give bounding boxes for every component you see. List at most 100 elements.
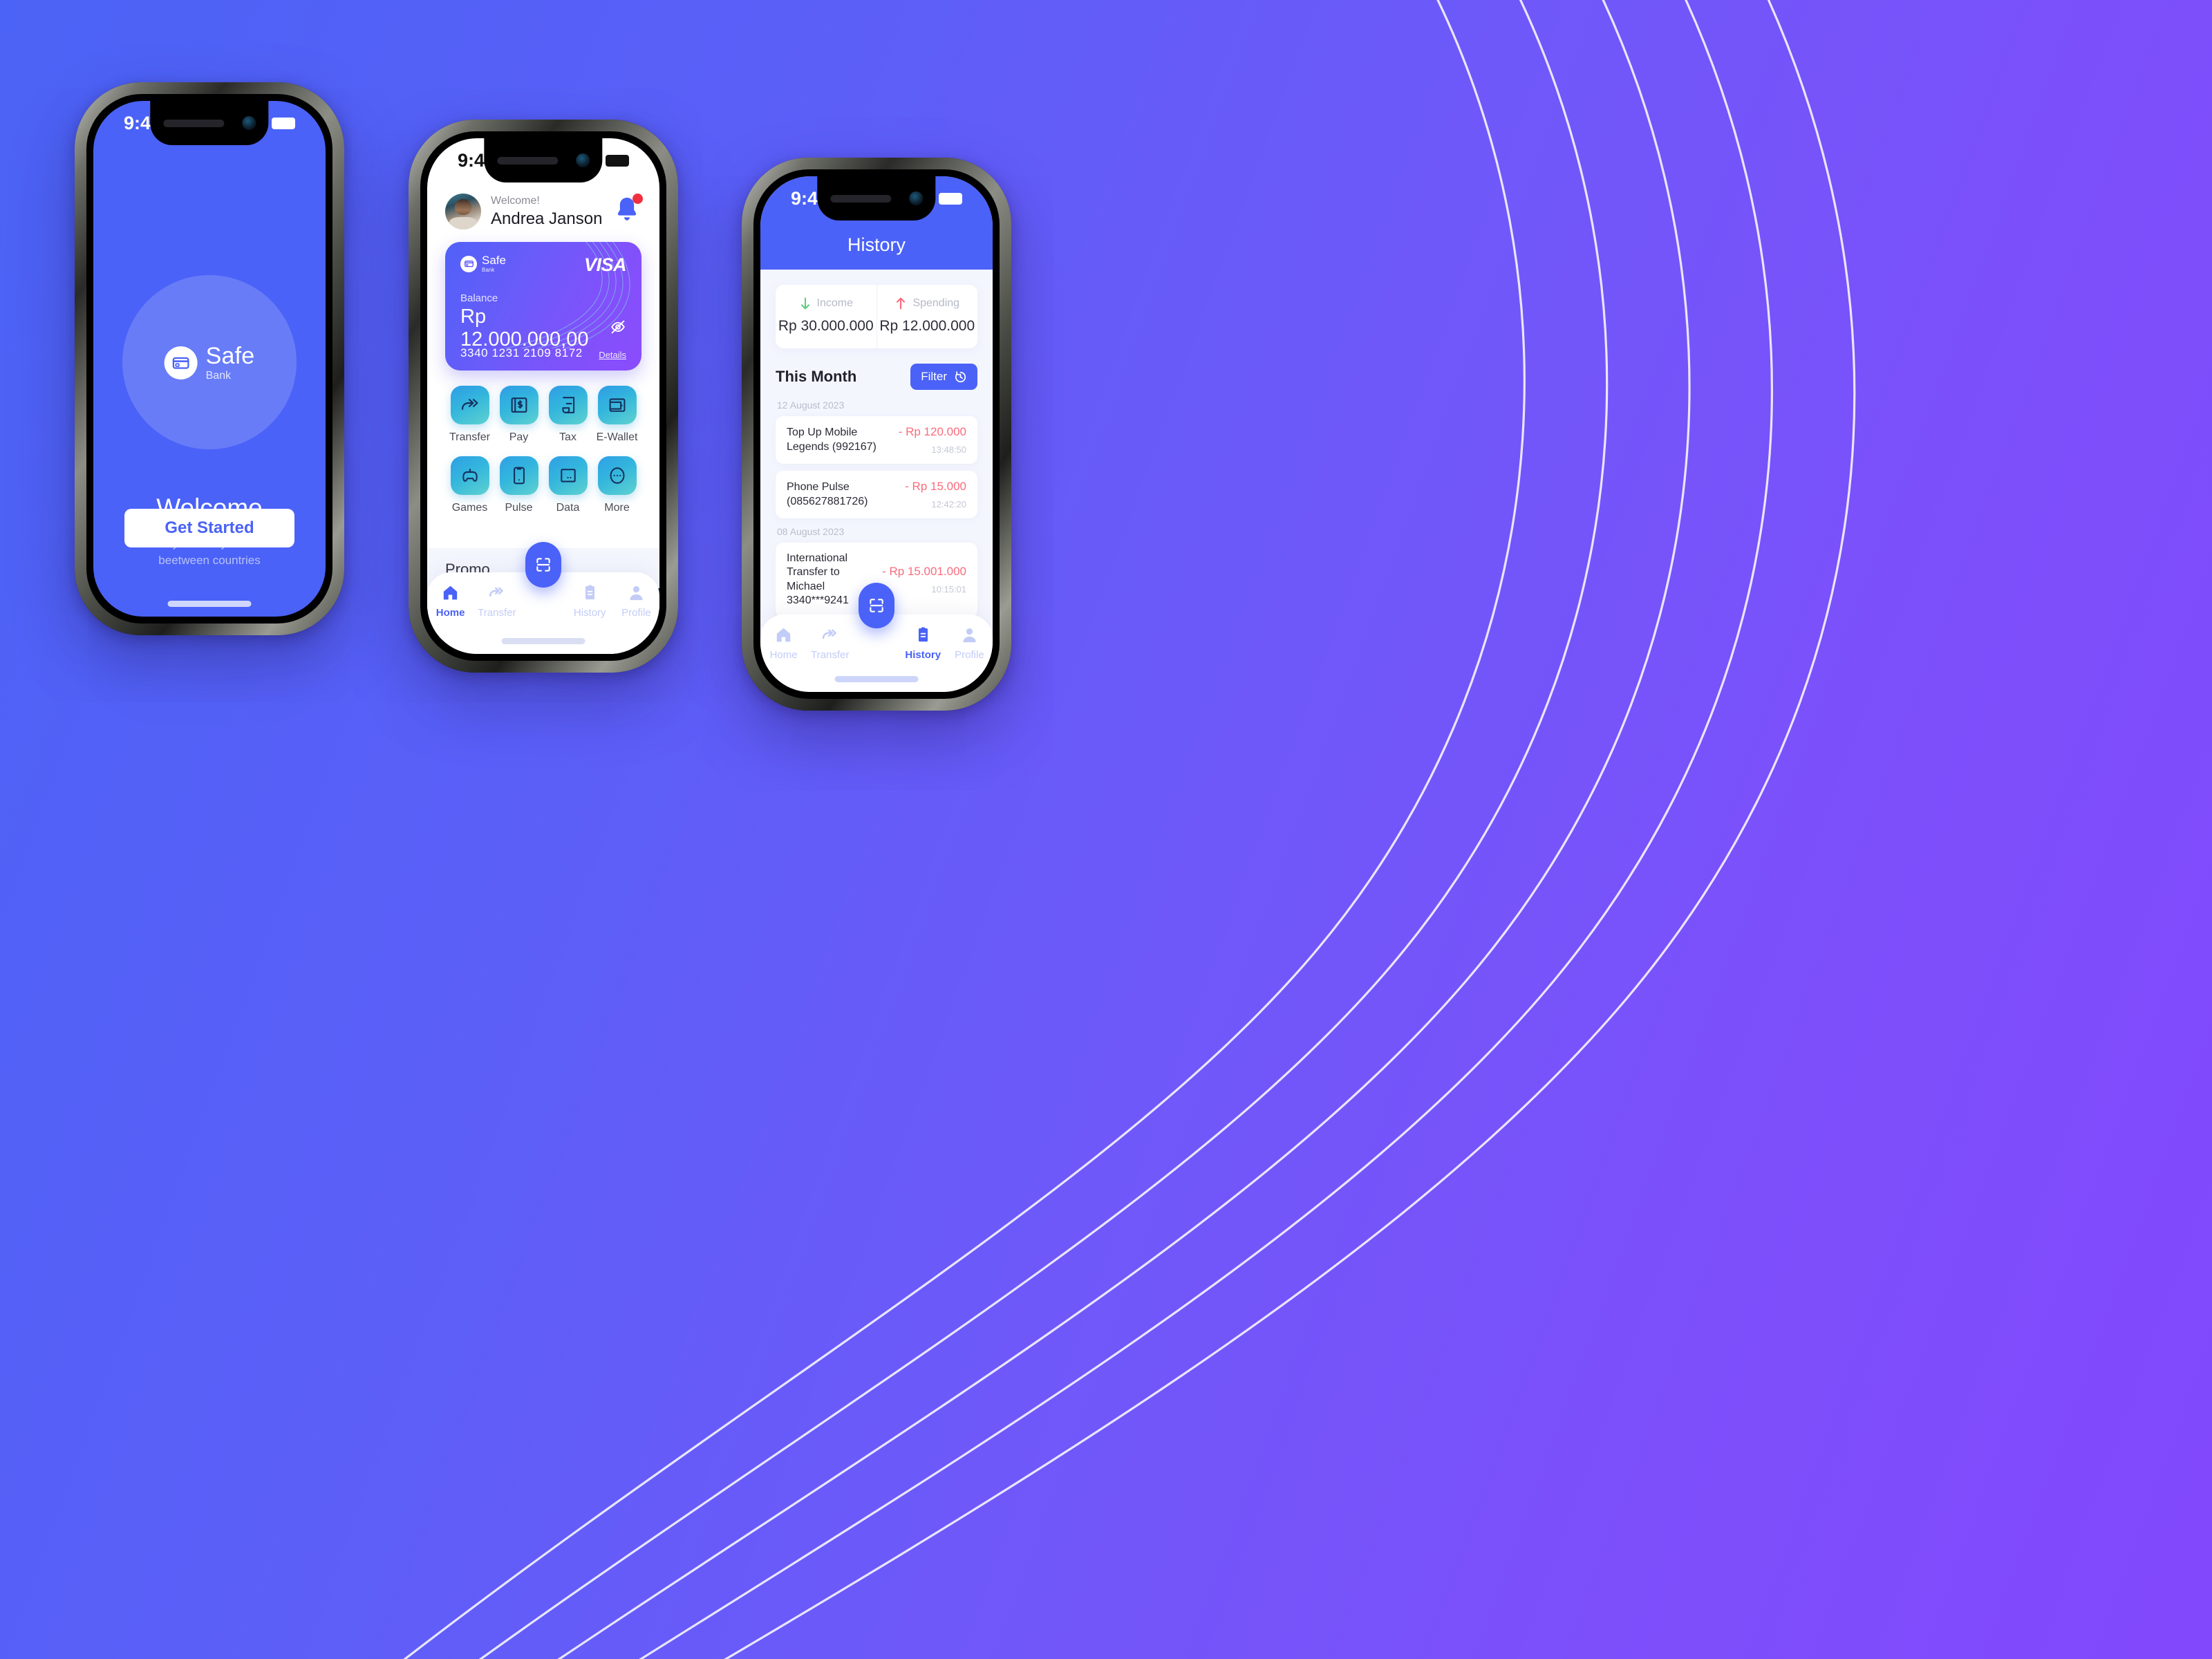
tab-profile[interactable]: Profile <box>946 626 993 661</box>
front-camera-icon <box>241 116 256 130</box>
menu-label: More <box>604 502 630 514</box>
card-brand-text: Safe Bank <box>482 254 506 273</box>
transaction-time: 13:48:50 <box>931 444 966 455</box>
battery-icon <box>606 154 629 167</box>
home-header: Welcome! Andrea Janson <box>427 187 659 229</box>
phone3-bezel: History 9:41 Income Rp 30.000.000 Spendi… <box>753 169 1000 699</box>
wallet-icon <box>597 386 637 424</box>
battery-icon <box>939 192 962 205</box>
phone2-notch <box>484 138 603 182</box>
menu-item-more[interactable]: More <box>592 456 641 514</box>
menu-item-games[interactable]: Games <box>445 456 494 514</box>
tab-transfer[interactable]: Transfer <box>807 626 853 661</box>
avatar[interactable] <box>445 194 481 229</box>
filter-clock-icon <box>955 371 966 382</box>
transaction-amount: - Rp 15.000 <box>905 480 966 493</box>
brand-subname: Bank <box>205 370 232 382</box>
phone1-bezel: 9:41 Safe Bank Welcome beetween countrie… <box>86 94 332 624</box>
phone-history-screen: History 9:41 Income Rp 30.000.000 Spendi… <box>742 158 1011 711</box>
brand-text: Safe Bank <box>206 344 255 382</box>
home-icon <box>443 585 458 600</box>
summary-label: Income <box>816 297 853 309</box>
phone2-bezel: 9:41 Welcome! Andrea Janson Safe Bank VI… <box>420 131 666 661</box>
transaction-amount: - Rp 15.001.000 <box>882 565 966 579</box>
home-indicator[interactable] <box>501 638 585 644</box>
menu-label: Pay <box>509 431 529 443</box>
menu-item-ewallet[interactable]: E-Wallet <box>592 386 641 444</box>
menu-label: Transfer <box>449 431 490 443</box>
balance-card[interactable]: Safe Bank VISA Balance Rp 12.000.000,00 <box>445 242 641 371</box>
tab-history[interactable]: History <box>900 626 946 661</box>
transaction-meta: - Rp 120.000 13:48:50 <box>899 425 966 455</box>
tab-transfer[interactable]: Transfer <box>474 583 520 619</box>
card-bottom-row: 3340 1231 2109 8172 Details <box>460 346 626 360</box>
summary-spending: Spending Rp 12.000.000 <box>876 285 978 348</box>
phone1-screen: 9:41 Safe Bank Welcome beetween countrie… <box>93 101 326 617</box>
menu-label: Data <box>556 502 580 514</box>
arrow-down-icon <box>800 297 809 310</box>
arrow-up-icon <box>897 297 906 310</box>
tab-home[interactable]: Home <box>760 626 807 661</box>
filter-button[interactable]: Filter <box>910 364 977 390</box>
transaction-name: Top Up Mobile Legends (992167) <box>787 427 877 453</box>
transaction-date-header: 12 August 2023 <box>777 400 845 411</box>
app-showcase-canvas: 9:41 Safe Bank Welcome beetween countrie… <box>0 0 2212 1659</box>
transfer-arrows-icon <box>489 587 504 597</box>
tab-label: History <box>573 607 606 619</box>
transaction-amount: - Rp 120.000 <box>898 425 966 438</box>
transfer-arrows-icon <box>823 629 837 639</box>
eye-off-icon[interactable] <box>610 319 626 339</box>
menu-item-tax[interactable]: Tax <box>543 386 592 444</box>
transaction-name: Phone Pulse (085627881726) <box>787 481 868 507</box>
phone3-notch <box>817 176 936 221</box>
notification-button[interactable] <box>612 193 643 229</box>
phone-icon <box>499 456 538 495</box>
tab-history[interactable]: History <box>567 583 613 619</box>
phone2-screen: 9:41 Welcome! Andrea Janson Safe Bank VI… <box>427 138 659 654</box>
data-square-icon <box>548 456 588 495</box>
credit-card-icon <box>164 346 198 379</box>
greeting-block: Welcome! Andrea Janson <box>491 195 602 229</box>
visa-logo: VISA <box>583 254 627 275</box>
filter-button-label: Filter <box>921 370 947 383</box>
transaction-meta: - Rp 15.001.000 10:15:01 <box>882 565 966 594</box>
menu-item-transfer[interactable]: Transfer <box>445 386 494 444</box>
balance-amount: Rp 12.000.000,00 <box>460 306 589 350</box>
tab-profile[interactable]: Profile <box>613 583 659 619</box>
tab-home[interactable]: Home <box>427 583 474 619</box>
month-header-row: This Month Filter <box>776 364 977 390</box>
transaction-meta: - Rp 15.000 12:42:20 <box>905 480 966 509</box>
home-indicator[interactable] <box>834 676 919 682</box>
front-camera-icon <box>908 191 923 205</box>
card-brand: Safe Bank <box>460 254 506 273</box>
home-content: Welcome! Andrea Janson Safe Bank VISA Ba… <box>427 138 659 654</box>
home-indicator[interactable] <box>167 601 252 607</box>
summary-value: Rp 30.000.000 <box>778 318 874 334</box>
transaction-date-header: 08 August 2023 <box>777 526 845 537</box>
transaction-time: 12:42:20 <box>931 499 966 509</box>
scan-fab-button[interactable] <box>525 542 561 588</box>
brand-name: Safe <box>205 343 255 369</box>
table-row[interactable]: Phone Pulse (085627881726) - Rp 15.000 1… <box>776 471 977 518</box>
gamepad-icon <box>450 456 489 495</box>
section-label: This Month <box>776 368 857 385</box>
table-row[interactable]: Top Up Mobile Legends (992167) - Rp 120.… <box>776 416 977 464</box>
card-brand-subname: Bank <box>482 267 495 273</box>
tab-label: Home <box>769 649 798 661</box>
transaction-time: 10:15:01 <box>931 584 966 595</box>
user-name: Andrea Janson <box>491 209 603 228</box>
card-brand-name: Safe <box>482 254 506 267</box>
get-started-button[interactable]: Get Started <box>124 509 294 547</box>
scan-icon <box>870 599 883 612</box>
menu-label: E-Wallet <box>596 431 638 443</box>
scan-fab-button[interactable] <box>859 583 894 628</box>
menu-item-data[interactable]: Data <box>543 456 592 514</box>
card-details-link[interactable]: Details <box>599 350 626 360</box>
home-icon <box>776 628 791 642</box>
front-camera-icon <box>575 153 590 167</box>
card-number: 3340 1231 2109 8172 <box>460 346 583 359</box>
tab-label: Transfer <box>811 649 850 661</box>
receipt-icon <box>548 386 588 424</box>
menu-item-pulse[interactable]: Pulse <box>494 456 543 514</box>
menu-item-pay[interactable]: Pay <box>494 386 543 444</box>
